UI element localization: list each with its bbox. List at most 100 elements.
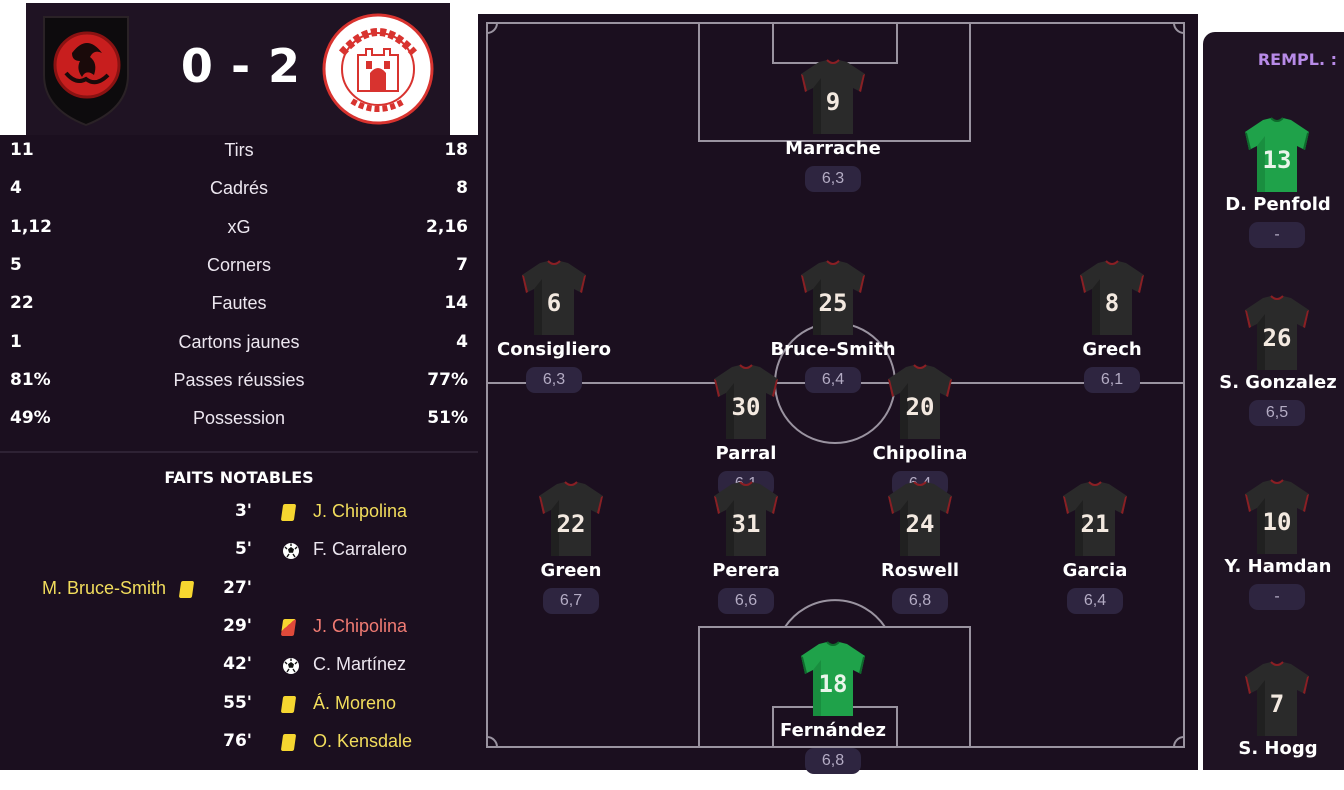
player-name: Roswell (880, 560, 960, 581)
player-card[interactable]: 9 Marrache 6,3 (763, 58, 903, 192)
player-shirt: 9 (799, 58, 867, 136)
shirt-icon: 18 (801, 641, 865, 716)
event-row: 42' C. Martínez (0, 654, 480, 680)
event-row: 29' J. Chipolina (0, 616, 480, 642)
goal-ball-icon (282, 657, 300, 675)
shirt-icon: 31 (714, 481, 778, 556)
stat-label: Cartons jaunes (178, 331, 300, 352)
player-name: Grech (1082, 339, 1142, 360)
player-card[interactable]: 6 Consigliero 6,3 (484, 259, 624, 393)
player-card[interactable]: 21 Garcia 6,4 (1025, 480, 1165, 614)
second-yellow-red-card-icon (280, 618, 300, 637)
player-rating: 6,8 (892, 588, 948, 614)
shirt-number: 20 (906, 393, 935, 421)
substitute-card[interactable]: 7 S. Hogg (1203, 660, 1344, 790)
player-rating: 6,3 (526, 367, 582, 393)
player-name: Garcia (1062, 560, 1128, 581)
home-team-badge[interactable] (42, 13, 130, 127)
substitute-card[interactable]: 13 D. Penfold - (1203, 116, 1344, 248)
event-row: 5' F. Carralero (0, 539, 480, 565)
player-card[interactable]: 31 Perera 6,6 (676, 480, 816, 614)
away-stat-value: 77% (427, 369, 468, 390)
shirt-icon: 7 (1245, 661, 1309, 736)
shirt-icon: 20 (888, 364, 952, 439)
yellow-card-icon (178, 580, 198, 599)
event-minute: 27' (223, 577, 252, 598)
player-shirt: 30 (712, 363, 780, 441)
away-stat-value: 14 (444, 293, 468, 314)
substitute-card[interactable]: 26 S. Gonzalez 6,5 (1203, 294, 1344, 426)
stat-row: 1 Cartons jaunes 4 (0, 332, 480, 362)
player-rating: 6,5 (1249, 400, 1305, 426)
substitute-card[interactable]: 10 Y. Hamdan - (1203, 478, 1344, 610)
goal-ball-icon (282, 542, 300, 560)
event-player[interactable]: J. Chipolina (313, 501, 407, 522)
event-minute: 55' (223, 692, 252, 713)
player-shirt: 8 (1078, 259, 1146, 337)
stat-label: Tirs (224, 140, 254, 160)
player-card[interactable]: 22 Green 6,7 (501, 480, 641, 614)
event-minute: 42' (223, 654, 252, 675)
yellow-card-icon (280, 733, 300, 752)
away-stat-value: 51% (427, 408, 468, 429)
shirt-number: 30 (732, 393, 761, 421)
event-row: 27' M. Bruce-Smith (0, 578, 480, 604)
player-name: D. Penfold (1225, 194, 1331, 215)
stat-label: Possession (192, 408, 286, 429)
stat-row: 11 Tirs 18 (0, 140, 480, 170)
stat-row: 5 Corners 7 (0, 255, 480, 285)
events-title: FAITS NOTABLES (164, 468, 314, 487)
player-shirt: 21 (1061, 480, 1129, 558)
away-stat-value: 8 (456, 178, 468, 199)
away-stat-value: 7 (456, 254, 468, 275)
player-card[interactable]: 8 Grech 6,1 (1042, 259, 1182, 393)
event-player[interactable]: Á. Moreno (313, 693, 396, 714)
shirt-icon: 22 (539, 481, 603, 556)
player-rating: 6,1 (1084, 367, 1140, 393)
substitutes-panel: REMPL. : 13 D. Penfold - 26 S. Gonzalez 6,5 10… (1203, 32, 1344, 770)
event-player[interactable]: O. Kensdale (313, 731, 412, 752)
section-divider (0, 451, 480, 453)
shirt-icon: 8 (1080, 260, 1144, 335)
player-name: Marrache (785, 138, 881, 159)
shirt-number: 21 (1081, 510, 1110, 538)
stat-row: 81% Passes réussies 77% (0, 370, 480, 400)
shirt-number: 7 (1270, 690, 1284, 718)
player-card[interactable]: 18 Fernández 6,8 (763, 640, 903, 774)
player-rating: - (1249, 222, 1305, 248)
event-row: 3' J. Chipolina (0, 501, 480, 527)
shirt-icon: 24 (888, 481, 952, 556)
event-player[interactable]: M. Bruce-Smith (42, 578, 166, 599)
player-name: Parral (715, 443, 777, 464)
player-card[interactable]: 20 Chipolina 6,4 (850, 363, 990, 497)
player-shirt: 10 (1243, 478, 1311, 556)
player-rating: 6,3 (805, 166, 861, 192)
player-card[interactable]: 30 Parral 6,1 (676, 363, 816, 497)
player-rating: 6,7 (543, 588, 599, 614)
player-card[interactable]: 24 Roswell 6,8 (850, 480, 990, 614)
shirt-icon: 10 (1245, 479, 1309, 554)
player-name: S. Gonzalez (1219, 372, 1337, 393)
shirt-icon: 9 (801, 59, 865, 134)
away-stat-value: 2,16 (426, 216, 468, 237)
stat-row: 49% Possession 51% (0, 408, 480, 438)
player-rating: 6,8 (805, 748, 861, 774)
score-header: 0 - 2 (26, 3, 450, 135)
player-name: S. Hogg (1238, 738, 1318, 759)
event-player[interactable]: F. Carralero (313, 539, 407, 560)
player-shirt: 26 (1243, 294, 1311, 372)
event-player[interactable]: J. Chipolina (313, 616, 407, 637)
stat-row: 4 Cadrés 8 (0, 178, 480, 208)
shirt-icon: 21 (1063, 481, 1127, 556)
player-name: Chipolina (872, 443, 968, 464)
away-team-badge[interactable] (322, 13, 434, 125)
player-shirt: 24 (886, 480, 954, 558)
event-player[interactable]: C. Martínez (313, 654, 406, 675)
player-shirt: 20 (886, 363, 954, 441)
dragon-crest-icon (43, 16, 129, 127)
lincoln-red-imps-badge-icon (322, 13, 434, 125)
player-rating: 6,6 (718, 588, 774, 614)
player-shirt: 22 (537, 480, 605, 558)
shirt-number: 6 (547, 289, 561, 317)
away-stat-value: 18 (444, 140, 468, 160)
